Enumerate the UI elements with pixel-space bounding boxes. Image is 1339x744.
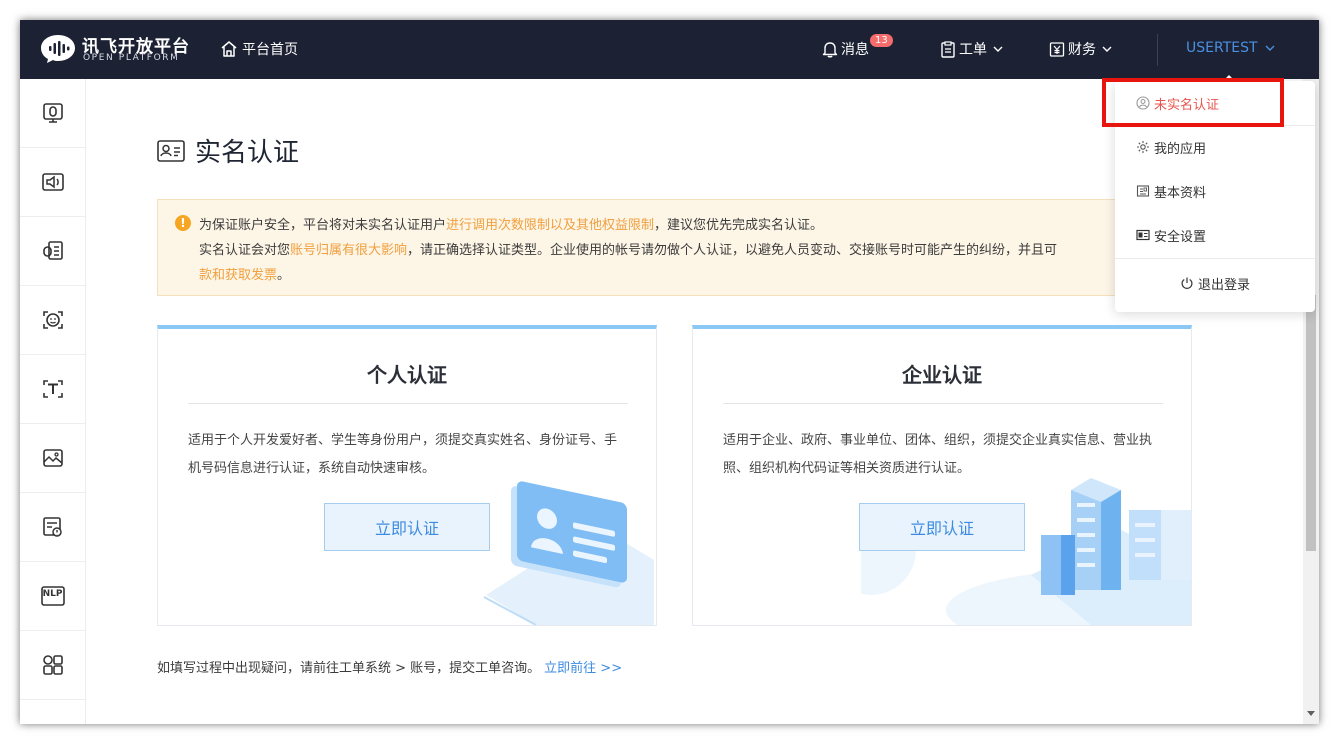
logo-voice-bubble-icon: [41, 35, 75, 63]
help-goto-link[interactable]: 立即前往 >>: [544, 661, 622, 676]
voice-document-icon: [42, 241, 63, 260]
more-product-icon: [41, 723, 65, 725]
enterprise-verification-card: 企业认证 适用于企业、政府、事业单位、团体、组织，须提交企业真实信息、营业执照、…: [692, 325, 1192, 626]
text-recognition-icon: [42, 380, 63, 398]
logout-label: 退出登录: [1197, 277, 1250, 293]
help-note: 如填写过程中出现疑问，请前往工单系统 > 账号，提交工单咨询。 立即前往 >>: [157, 657, 622, 676]
page-title-text: 实名认证: [195, 138, 300, 168]
nav-messages[interactable]: 消息 13: [822, 34, 893, 59]
speech-synthesis-icon: [41, 173, 64, 191]
profile-card-icon: [1136, 185, 1150, 197]
gear-icon: [1137, 141, 1149, 153]
sidebar-item-text-recognition[interactable]: [20, 355, 85, 424]
menu-item-logout[interactable]: 退出登录: [1115, 261, 1315, 305]
notice-line-3: 款和获取发票。: [199, 264, 290, 283]
nav-messages-label: 消息: [841, 42, 869, 58]
sidebar-item-face-recognition[interactable]: [20, 286, 85, 355]
browser-viewport: 讯飞开放平台 OPEN PLATFORM 平台首页 消息 13 工单 财务 US…: [20, 20, 1319, 724]
notice-highlight: 账号归属有很大影响: [290, 243, 408, 258]
chevron-down-icon: [1102, 46, 1112, 52]
menu-item-basic-info[interactable]: 基本资料: [1115, 169, 1315, 213]
notice-text: 。: [277, 268, 291, 283]
home-icon: [221, 41, 237, 57]
nav-home-label: 平台首页: [242, 42, 298, 58]
help-note-text: 如填写过程中出现疑问，请前往工单系统 > 账号，提交工单咨询。: [157, 661, 541, 676]
nav-finance-label: 财务: [1068, 42, 1096, 58]
messages-count-badge: 13: [870, 34, 893, 47]
nav-tickets[interactable]: 工单: [940, 39, 1008, 59]
notice-line-2: 实名认证会对您账号归属有很大影响，请正确选择认证类型。企业使用的帐号请勿做个人认…: [199, 239, 1057, 258]
scroll-down-arrow-icon[interactable]: [1307, 711, 1315, 716]
page-title: 实名认证: [157, 132, 299, 169]
power-icon: [1181, 277, 1193, 290]
nlp-icon-label: NLP: [42, 589, 63, 599]
product-sidebar: NLP: [20, 79, 86, 724]
menu-item-label: 基本资料: [1154, 185, 1207, 201]
chevron-down-icon: [1265, 45, 1275, 51]
face-recognition-icon: [42, 311, 63, 329]
page-scrollbar-thumb[interactable]: [1306, 295, 1316, 551]
sidebar-item-voice-document[interactable]: [20, 217, 85, 286]
apps-grid-icon: [42, 655, 63, 675]
sidebar-item-voice-dictation[interactable]: [20, 79, 85, 148]
notice-text: 为保证账户安全，平台将对未实名认证用户: [199, 218, 447, 233]
menu-item-label: 安全设置: [1154, 229, 1207, 245]
personal-verification-card: 个人认证 适用于个人开发爱好者、学生等身份用户，须提交真实姓名、身份证号、手机号…: [157, 325, 657, 626]
card-divider: [188, 403, 628, 404]
bell-icon: [822, 41, 838, 57]
content-audit-icon: [42, 517, 62, 537]
sidebar-item-apps[interactable]: [20, 631, 85, 700]
notice-text: 实名认证会对您: [199, 243, 291, 258]
menu-item-my-apps[interactable]: 我的应用: [1115, 125, 1315, 169]
top-navbar: 讯飞开放平台 OPEN PLATFORM 平台首页 消息 13 工单 财务 US…: [20, 20, 1319, 79]
sidebar-item-content-audit[interactable]: [20, 493, 85, 562]
menu-divider: [1115, 258, 1315, 259]
nav-divider: [1157, 34, 1158, 66]
notice-text: ，请正确选择认证类型。企业使用的帐号请勿做个人认证，以避免人员变动、交接账号时可…: [407, 243, 1058, 258]
logo-subtitle: OPEN PLATFORM: [83, 53, 180, 63]
notice-text: ，建议您优先完成实名认证。: [654, 218, 824, 233]
notice-line-1: 为保证账户安全，平台将对未实名认证用户进行调用次数限制以及其他权益限制，建议您优…: [199, 214, 823, 233]
chevron-down-icon: [993, 46, 1003, 52]
card-divider: [723, 403, 1163, 404]
nav-finance[interactable]: 财务: [1049, 39, 1117, 59]
enterprise-card-title: 企业认证: [902, 363, 982, 387]
id-card-icon: [157, 139, 185, 162]
sidebar-item-nlp[interactable]: NLP: [20, 562, 85, 631]
menu-item-label: 我的应用: [1154, 141, 1207, 157]
nav-home-link[interactable]: 平台首页: [220, 39, 298, 59]
security-card-icon: [1136, 229, 1150, 241]
sidebar-item-image-recognition[interactable]: [20, 424, 85, 493]
notice-highlight: 进行调用次数限制以及其他权益限制: [446, 218, 655, 233]
voice-dictation-icon: [42, 103, 63, 123]
sidebar-item-speech-synthesis[interactable]: [20, 148, 85, 217]
personal-card-title: 个人认证: [367, 363, 447, 387]
yuan-icon: [1049, 41, 1065, 57]
ticket-clipboard-icon: [941, 40, 955, 58]
user-menu-trigger[interactable]: USERTEST: [1186, 40, 1277, 56]
username-label: USERTEST: [1186, 40, 1258, 56]
warning-icon: !: [175, 215, 191, 231]
annotation-highlight-box: [1102, 78, 1284, 127]
id-card-illustration: [483, 481, 654, 625]
notice-highlight: 款和获取发票: [199, 268, 278, 283]
menu-item-security-settings[interactable]: 安全设置: [1115, 213, 1315, 257]
personal-verify-button[interactable]: 立即认证: [324, 503, 490, 551]
nav-tickets-label: 工单: [959, 42, 987, 58]
enterprise-verify-button[interactable]: 立即认证: [859, 503, 1025, 551]
verification-notice: ! 为保证账户安全，平台将对未实名认证用户进行调用次数限制以及其他权益限制，建议…: [157, 199, 1177, 296]
image-recognition-icon: [42, 449, 63, 467]
sidebar-item-more[interactable]: [20, 700, 85, 724]
